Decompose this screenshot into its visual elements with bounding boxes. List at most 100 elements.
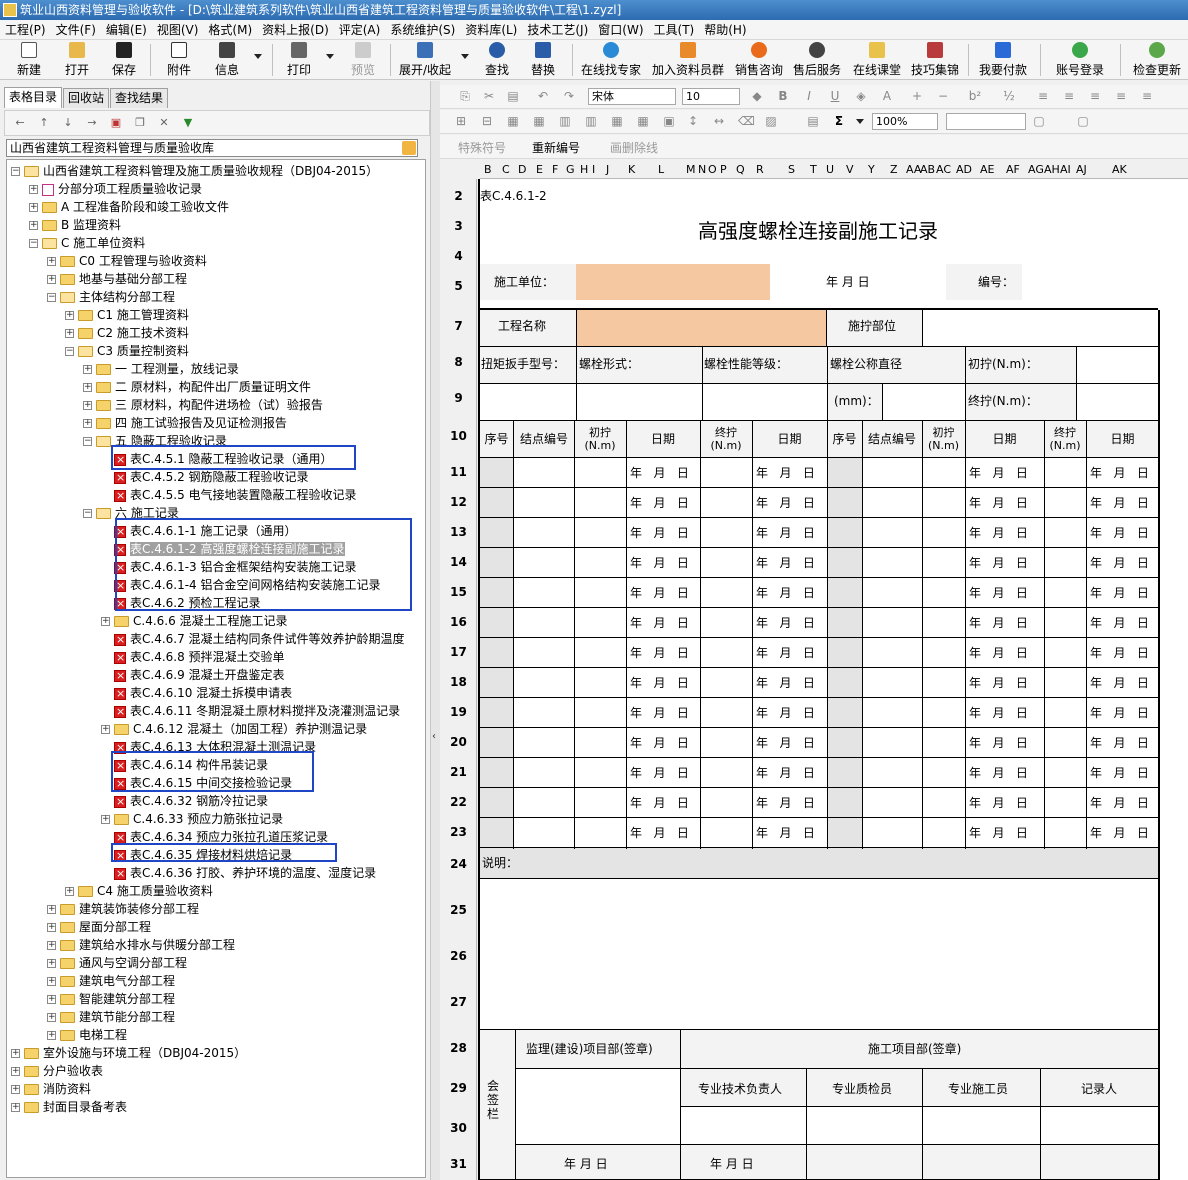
date-cell[interactable]: 年 月 日	[969, 676, 1028, 690]
row-header[interactable]: 10	[440, 429, 477, 443]
column-header[interactable]: V	[846, 163, 854, 176]
column-header[interactable]: N	[698, 163, 706, 176]
column-header[interactable]: Q	[736, 163, 745, 176]
tree-node[interactable]: + 四 施工试验报告及见证检测报告	[83, 414, 287, 432]
date-cell[interactable]: 年 月 日	[756, 826, 815, 840]
cut-icon[interactable]: ✂	[482, 89, 496, 103]
bold-icon[interactable]: B	[776, 89, 790, 103]
row-header[interactable]: 21	[440, 765, 477, 779]
date-cell[interactable]: 年 月 日	[1090, 466, 1149, 480]
picture-icon[interactable]: ▨	[764, 114, 778, 128]
info-button[interactable]: 信息	[210, 42, 244, 78]
add-table-icon[interactable]: ▣	[109, 116, 123, 130]
row-header[interactable]: 20	[440, 735, 477, 749]
date-cell[interactable]: 年 月 日	[969, 466, 1028, 480]
tree-node[interactable]: + C4 施工质量验收资料	[65, 882, 213, 900]
tree-node[interactable]: + 二 原材料，构配件出厂质量证明文件	[83, 378, 311, 396]
border-color-icon[interactable]: ▢	[1076, 114, 1090, 128]
tree-node[interactable]: + 建筑节能分部工程	[47, 1008, 175, 1026]
menu-report[interactable]: 资料上报(D)	[257, 20, 334, 40]
join-group-button[interactable]: 加入资料员群	[650, 42, 726, 78]
tree-node[interactable]: + C.4.6.6 混凝土工程施工记录	[101, 612, 288, 630]
date-cell[interactable]: 年 月 日	[756, 526, 815, 540]
delete-col-icon[interactable]: ▥	[584, 114, 598, 128]
date-cell[interactable]: 年 月 日	[1090, 766, 1149, 780]
date-cell[interactable]: 年 月 日	[756, 646, 815, 660]
row-header[interactable]: 28	[440, 1041, 477, 1055]
date-cell[interactable]: 年 月 日	[756, 796, 815, 810]
filter-icon[interactable]: ▼	[181, 116, 195, 130]
row-header[interactable]: 7	[440, 319, 477, 333]
find-button[interactable]: 查找	[482, 42, 512, 78]
column-header[interactable]: H	[580, 163, 588, 176]
tree-node[interactable]: + C1 施工管理资料	[65, 306, 189, 324]
minus-icon[interactable]: −	[936, 89, 950, 103]
tree-node[interactable]: 表C.4.6.8 预拌混凝土交验单	[101, 648, 285, 667]
formula-icon[interactable]: ▤	[806, 114, 820, 128]
column-header[interactable]: E	[536, 163, 543, 176]
date-cell[interactable]: 年 月 日	[969, 706, 1028, 720]
insert-row-icon[interactable]: ▦	[506, 114, 520, 128]
row-header[interactable]: 19	[440, 705, 477, 719]
tree-node[interactable]: 表C.4.6.10 混凝土拆模申请表	[101, 684, 292, 703]
tree-node[interactable]: + 电梯工程	[47, 1026, 127, 1044]
date-cell[interactable]: 年 月 日	[969, 586, 1028, 600]
column-header[interactable]: Y	[868, 163, 875, 176]
tree-node[interactable]: − C3 质量控制资料	[65, 342, 189, 360]
sum-icon[interactable]: Σ	[832, 114, 846, 128]
column-header[interactable]: G	[566, 163, 575, 176]
row-header[interactable]: 14	[440, 555, 477, 569]
column-header[interactable]: P	[720, 163, 727, 176]
tree-node[interactable]: + 分户验收表	[11, 1062, 103, 1080]
date-cell[interactable]: 年 月 日	[969, 826, 1028, 840]
tree-node[interactable]: 表C.4.5.5 电气接地装置隐蔽工程验收记录	[101, 486, 357, 505]
insert-col-icon[interactable]: ▥	[558, 114, 572, 128]
project-name-input[interactable]	[577, 310, 826, 346]
grid-icon[interactable]: ▦	[610, 114, 624, 128]
column-header[interactable]: D	[518, 163, 526, 176]
brush-icon[interactable]: ◆	[750, 89, 764, 103]
fill-icon[interactable]: ▦	[636, 114, 650, 128]
column-header[interactable]: AJ	[1076, 163, 1087, 176]
print-button[interactable]: 打印	[282, 42, 316, 78]
arrow-right-icon[interactable]: →	[85, 116, 99, 130]
lock-icon[interactable]: ▣	[662, 114, 676, 128]
online-expert-button[interactable]: 在线找专家	[578, 42, 644, 78]
new-button[interactable]: 新建	[12, 42, 46, 78]
arrow-up-icon[interactable]: ↑	[37, 116, 51, 130]
column-header[interactable]: AD	[956, 163, 972, 176]
clear-icon[interactable]: ⌫	[738, 114, 755, 128]
row-header[interactable]: 12	[440, 495, 477, 509]
date-cell[interactable]: 年 月 日	[969, 556, 1028, 570]
column-header[interactable]: AI	[1060, 163, 1071, 176]
column-header[interactable]: AK	[1112, 163, 1127, 176]
align-right-icon[interactable]: ≡	[1088, 89, 1102, 103]
date-cell[interactable]: 年 月 日	[756, 706, 815, 720]
row-header[interactable]: 4	[440, 249, 477, 263]
fill-color-icon[interactable]: ◈	[854, 89, 868, 103]
date-cell[interactable]: 年 月 日	[756, 676, 815, 690]
column-header[interactable]: C	[502, 163, 510, 176]
menu-technology[interactable]: 技术工艺(J)	[522, 20, 593, 40]
sales-button[interactable]: 销售咨询	[734, 42, 784, 78]
online-class-button[interactable]: 在线课堂	[852, 42, 902, 78]
copy-icon[interactable]: ❐	[133, 116, 147, 130]
date-cell[interactable]: 年 月 日	[756, 616, 815, 630]
column-header[interactable]: F	[552, 163, 558, 176]
row-header[interactable]: 29	[440, 1081, 477, 1095]
menu-format[interactable]: 格式(M)	[203, 20, 257, 40]
tree-node[interactable]: − C 施工单位资料	[29, 234, 145, 252]
align-center-icon[interactable]: ≡	[1062, 89, 1076, 103]
tree-node[interactable]: + 屋面分部工程	[47, 918, 151, 936]
date-cell[interactable]: 年 月 日	[630, 706, 689, 720]
tree-node[interactable]: + 通风与空调分部工程	[47, 954, 187, 972]
tree-node[interactable]: + 地基与基础分部工程	[47, 270, 187, 288]
after-sales-button[interactable]: 售后服务	[792, 42, 842, 78]
row-header[interactable]: 2	[440, 189, 477, 203]
column-header[interactable]: J	[606, 163, 609, 176]
menu-help[interactable]: 帮助(H)	[699, 20, 751, 40]
size-select[interactable]: 10	[682, 88, 740, 105]
border-icon[interactable]: ▢	[1032, 114, 1046, 128]
row-header[interactable]: 3	[440, 219, 477, 233]
row-header[interactable]: 25	[440, 903, 477, 917]
